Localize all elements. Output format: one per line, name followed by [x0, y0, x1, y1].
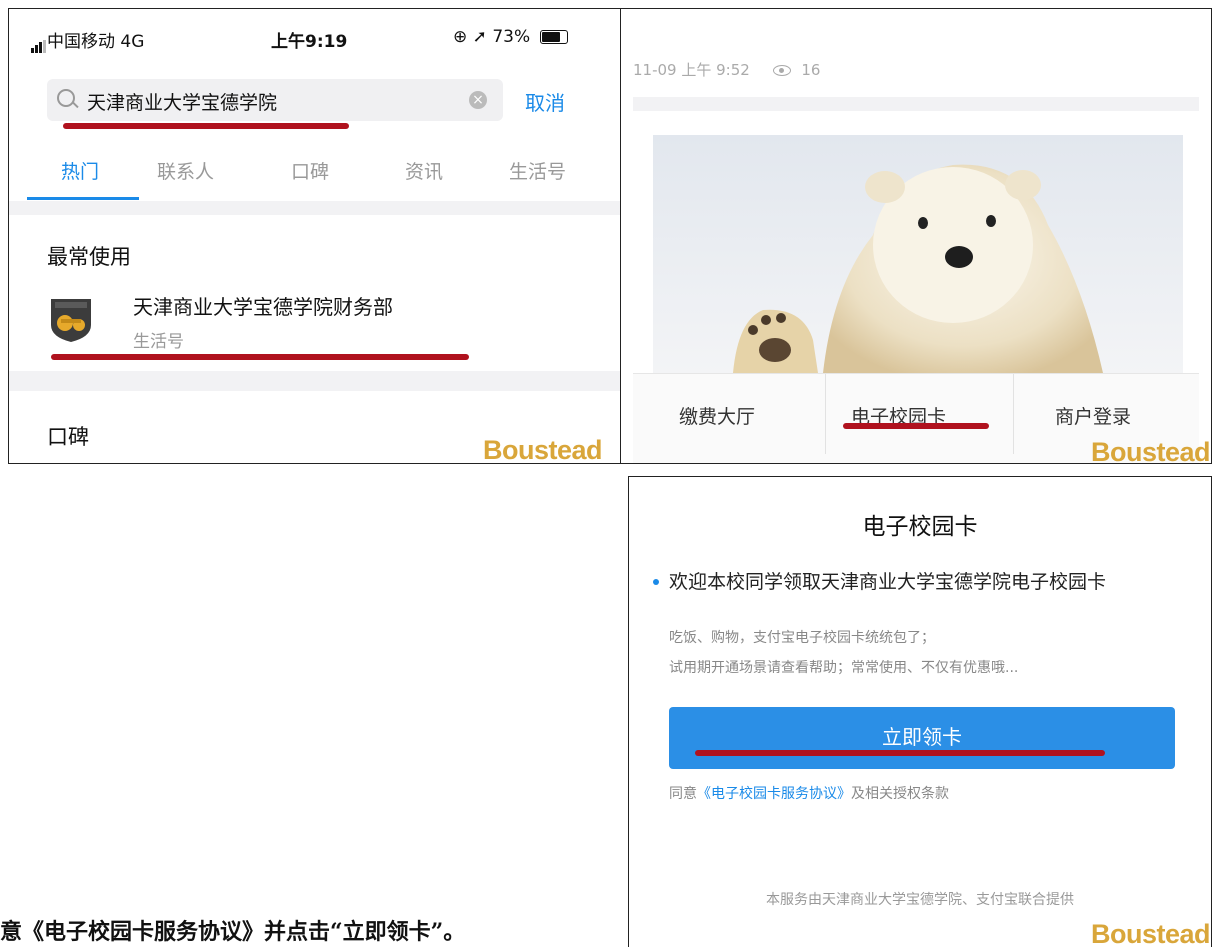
highlight-underline — [51, 354, 469, 360]
agree-prefix: 同意 — [669, 786, 697, 802]
instruction-caption: 意《电子校园卡服务协议》并点击“立即领卡”。 — [0, 919, 466, 945]
agreement-text: 同意《电子校园卡服务协议》及相关授权条款 — [669, 783, 949, 803]
clear-icon[interactable]: × — [469, 91, 487, 109]
signal-icon — [31, 33, 47, 53]
watermark: Boustead — [483, 435, 603, 464]
search-input[interactable]: 天津商业大学宝德学院 × — [47, 79, 503, 121]
menu-divider — [1013, 374, 1014, 454]
provider-footer: 本服务由天津商业大学宝德学院、支付宝联合提供 — [766, 892, 1074, 908]
polar-bear-image — [653, 135, 1183, 373]
tab-hot[interactable]: 热门 — [61, 157, 99, 184]
search-screenshot-panel: 中国移动 4G 上午9:19 ⊕ ➚ 73% 天津商业大学宝德学院 × 取消 热… — [8, 8, 622, 464]
agree-suffix: 及相关授权条款 — [851, 786, 949, 802]
tab-reviews[interactable]: 口碑 — [291, 157, 329, 184]
status-bar: 中国移动 4G 上午9:19 ⊕ ➚ 73% — [9, 9, 621, 53]
active-tab-indicator — [27, 197, 139, 200]
lock-rotation-icon: ⊕ — [453, 27, 468, 47]
search-tabs: 热门 联系人 口碑 资讯 生活号 — [9, 139, 621, 202]
carrier-label: 中国移动 4G — [47, 32, 145, 52]
benefit-line-2: 试用期开通场景请查看帮助；常常使用、不仅有优惠哦... — [669, 660, 1019, 676]
highlight-underline — [843, 423, 989, 429]
divider — [9, 201, 621, 215]
status-right: ⊕ ➚ 73% — [453, 27, 568, 47]
bullet-icon — [653, 579, 659, 585]
status-time: 上午9:19 — [271, 32, 348, 52]
result-subtitle: 生活号 — [133, 332, 184, 352]
watermark: Boustead — [1091, 437, 1211, 464]
location-arrow-icon: ➚ — [472, 27, 487, 47]
battery-icon — [539, 30, 568, 44]
school-logo-icon — [51, 299, 91, 342]
watermark: Boustead — [1091, 919, 1211, 947]
search-icon — [57, 89, 75, 107]
search-query: 天津商业大学宝德学院 — [87, 92, 278, 114]
divider — [633, 97, 1199, 111]
campus-card-panel: 电子校园卡 欢迎本校同学领取天津商业大学宝德学院电子校园卡 吃饭、购物，支付宝电… — [628, 476, 1212, 947]
tab-contacts[interactable]: 联系人 — [157, 157, 214, 184]
tab-life-accounts[interactable]: 生活号 — [509, 157, 566, 184]
battery-percent: 73% — [492, 27, 531, 47]
highlight-underline — [695, 750, 1105, 756]
intro-text: 欢迎本校同学领取天津商业大学宝德学院电子校园卡 — [669, 571, 1107, 593]
view-count: 16 — [801, 61, 821, 79]
section-title-frequent: 最常使用 — [47, 245, 131, 269]
highlight-underline — [63, 123, 349, 129]
benefit-line-1: 吃饭、购物，支付宝电子校园卡统统包了； — [669, 630, 935, 646]
post-datetime: 11-09 上午 9:52 — [633, 61, 750, 79]
service-agreement-link[interactable]: 《电子校园卡服务协议》 — [697, 786, 851, 802]
cancel-button[interactable]: 取消 — [525, 87, 565, 116]
tab-news[interactable]: 资讯 — [405, 157, 443, 184]
life-account-panel: 11-09 上午 9:52 16 缴费大厅 电子校园卡 商户登录 Boustea… — [620, 8, 1212, 464]
claim-card-button[interactable]: 立即领卡 — [669, 707, 1175, 769]
divider — [9, 371, 621, 391]
section-title-reviews: 口碑 — [47, 425, 89, 449]
menu-divider — [825, 374, 826, 454]
merchant-login-button[interactable]: 商户登录 — [1055, 402, 1131, 429]
payment-hall-button[interactable]: 缴费大厅 — [679, 402, 755, 429]
result-title: 天津商业大学宝德学院财务部 — [133, 295, 393, 319]
post-meta: 11-09 上午 9:52 16 — [633, 59, 820, 80]
page-title: 电子校园卡 — [862, 514, 978, 540]
views-eye-icon — [772, 65, 791, 76]
